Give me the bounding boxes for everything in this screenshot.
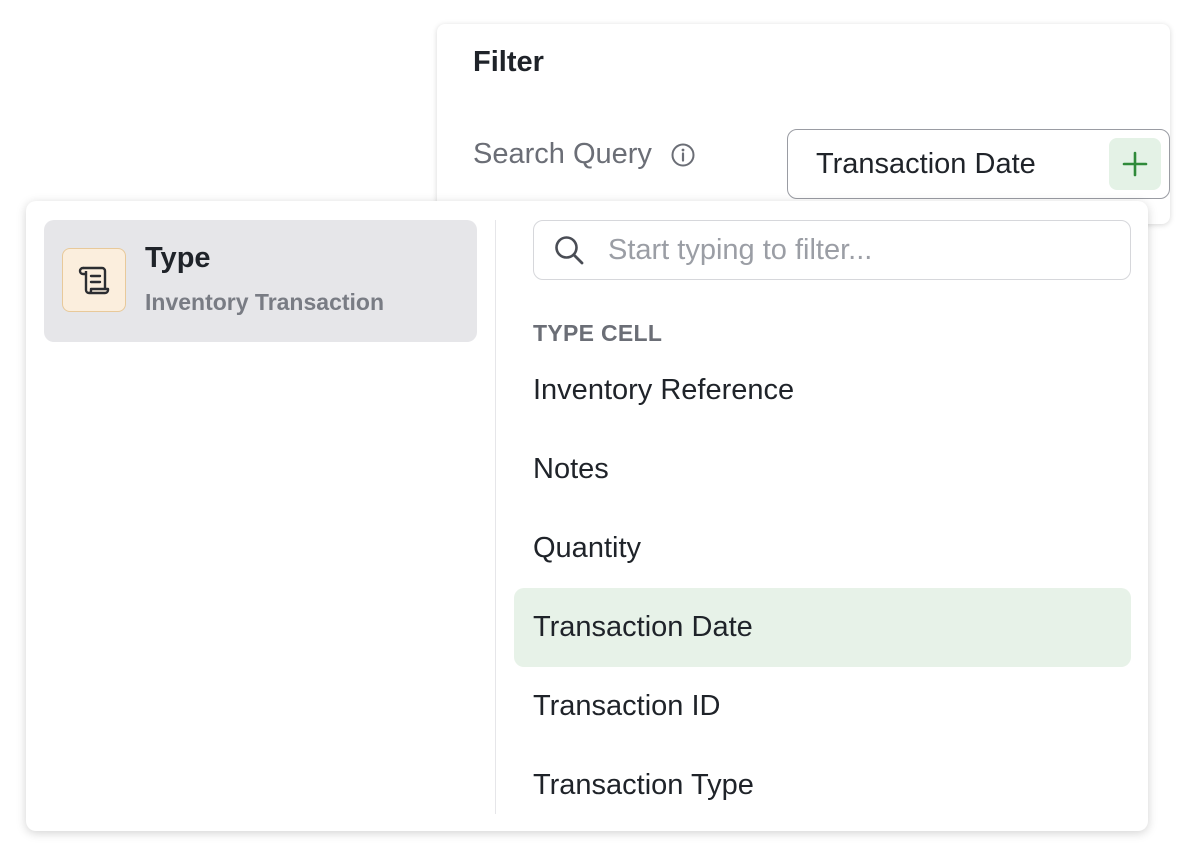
option-transaction-id[interactable]: Transaction ID [514,667,1131,746]
plus-icon [1122,151,1148,177]
option-inventory-reference[interactable]: Inventory Reference [514,351,1131,430]
search-query-label: Search Query [473,138,652,170]
search-query-label-row: Search Query [473,138,696,171]
option-notes[interactable]: Notes [514,430,1131,509]
search-icon [555,236,584,265]
filter-search-input[interactable] [606,232,1106,268]
type-title: Type [145,242,211,274]
info-icon[interactable] [670,142,696,168]
options-list: Inventory Reference Notes Quantity Trans… [514,351,1131,825]
chip-label: Transaction Date [816,147,1036,180]
option-transaction-type[interactable]: Transaction Type [514,746,1131,825]
type-subtitle: Inventory Transaction [145,289,385,315]
filter-card: Filter Search Query Transaction Date [437,24,1170,224]
search-query-chip[interactable]: Transaction Date [787,129,1170,199]
option-transaction-date[interactable]: Transaction Date [514,588,1131,667]
section-header: TYPE CELL [533,320,663,346]
panel-divider [495,220,496,814]
type-icon-box [62,248,126,312]
add-button[interactable] [1109,138,1161,190]
scroll-icon [78,266,110,295]
type-list-item[interactable]: Type Inventory Transaction [44,220,477,342]
filter-search-box[interactable] [533,220,1131,280]
option-quantity[interactable]: Quantity [514,509,1131,588]
filter-title: Filter [473,46,544,78]
field-picker-panel: Type Inventory Transaction TYPE CELL Inv… [26,201,1148,831]
